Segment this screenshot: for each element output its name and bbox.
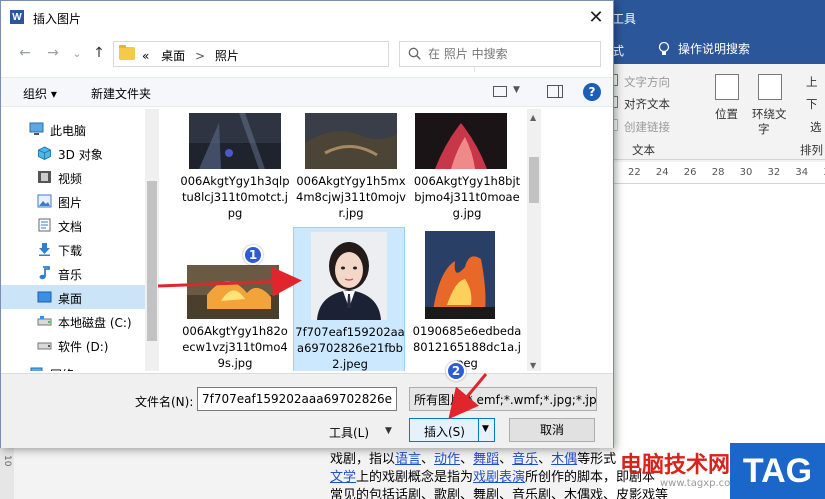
annotation-arrow-1	[157, 266, 302, 297]
step-badge-1: 1	[243, 245, 263, 265]
annotation-arrows	[157, 266, 488, 420]
step-badge-2: 2	[446, 361, 466, 381]
